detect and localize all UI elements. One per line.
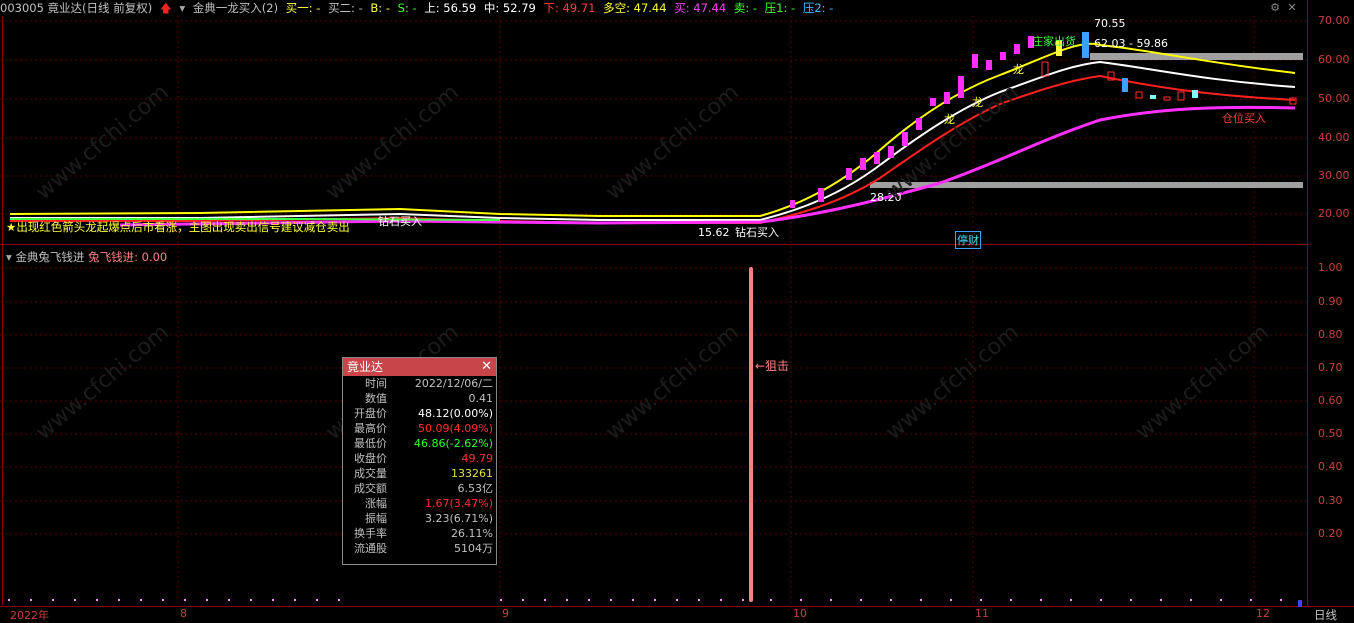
high-price-label: 70.55 bbox=[1094, 17, 1126, 30]
popup-row: 收盘价 49.79 bbox=[343, 451, 496, 466]
sub-tick: 0.20 bbox=[1318, 527, 1343, 540]
x-axis-label: 9 bbox=[502, 607, 509, 620]
popup-row: 换手率 26.11% bbox=[343, 526, 496, 541]
popup-row: 振幅 3.23(6.71%) bbox=[343, 511, 496, 526]
sniper-bar bbox=[749, 267, 753, 602]
popup-row-key: 数值 bbox=[365, 392, 387, 405]
sub-indicator-header: ▾ 金典兔飞钱进 兔飞钱进: 0.00 bbox=[6, 249, 167, 265]
price-tick: 50.00 bbox=[1318, 92, 1350, 105]
chart-canvas bbox=[0, 0, 1354, 607]
sub-indicator-name[interactable]: 金典兔飞钱进 bbox=[15, 250, 84, 264]
popup-row: 开盘价 48.12(0.00%) bbox=[343, 406, 496, 421]
popup-row: 成交额 6.53亿 bbox=[343, 481, 496, 496]
popup-row: 流通股 5104万 bbox=[343, 541, 496, 556]
sub-indicator-value: 兔飞钱进: 0.00 bbox=[88, 250, 168, 264]
x-axis-label: 11 bbox=[975, 607, 989, 620]
popup-row: 最低价 46.86(-2.62%) bbox=[343, 436, 496, 451]
sub-tick: 0.40 bbox=[1318, 460, 1343, 473]
popup-row-key: 换手率 bbox=[354, 527, 387, 540]
current-bar-marker bbox=[1298, 600, 1302, 607]
price-tick: 60.00 bbox=[1318, 53, 1350, 66]
sub-tick: 0.80 bbox=[1318, 328, 1343, 341]
white-line bbox=[10, 60, 1296, 221]
popup-row: 成交量 133261 bbox=[343, 466, 496, 481]
sub-tick: 1.00 bbox=[1318, 261, 1343, 274]
price-tick: 40.00 bbox=[1318, 131, 1350, 144]
diamond-buy-signal: 钻石买入 bbox=[735, 226, 779, 239]
popup-row: 时间 2022/12/06/二 bbox=[343, 376, 496, 391]
popup-row-key: 最高价 bbox=[354, 422, 387, 435]
popup-row-value: 46.86(-2.62%) bbox=[414, 437, 493, 450]
popup-row: 涨幅 1.67(3.47%) bbox=[343, 496, 496, 511]
popup-row-value: 6.53亿 bbox=[457, 482, 494, 495]
popup-row-key: 成交额 bbox=[354, 482, 387, 495]
sub-tick: 0.90 bbox=[1318, 295, 1343, 308]
popup-row-value: 2022/12/06/二 bbox=[414, 377, 493, 390]
popup-row-key: 时间 bbox=[365, 377, 387, 390]
sub-tick: 0.70 bbox=[1318, 361, 1343, 374]
x-axis-label: 2022年 bbox=[10, 609, 49, 622]
popup-row-key: 振幅 bbox=[365, 512, 387, 525]
popup-title: 竟业达 bbox=[347, 360, 384, 374]
x-axis-label: 10 bbox=[793, 607, 807, 620]
price-tick: 20.00 bbox=[1318, 207, 1350, 220]
popup-row-key: 成交量 bbox=[354, 467, 387, 480]
popup-row-key: 收盘价 bbox=[354, 452, 387, 465]
sub-tick: 0.30 bbox=[1318, 494, 1343, 507]
zhuangjia-signal: 庄家出货 bbox=[1032, 35, 1076, 48]
x-axis-label: 12 bbox=[1256, 607, 1270, 620]
popup-row-value: 48.12(0.00%) bbox=[417, 407, 493, 420]
price-tick: 30.00 bbox=[1318, 169, 1350, 182]
dragon-marker-3: 龙 bbox=[1013, 63, 1024, 76]
stop-badge: 停财 bbox=[955, 231, 981, 249]
popup-row-key: 最低价 bbox=[354, 437, 387, 450]
position-buy-signal: 仓位买入 bbox=[1222, 112, 1266, 125]
popup-row-key: 开盘价 bbox=[354, 407, 387, 420]
info-popup: 竟业达 ✕ 时间 2022/12/06/二数值 0.41 开盘价 48.12(0.00%… bbox=[342, 357, 497, 565]
popup-row-value: 3.23(6.71%) bbox=[424, 512, 493, 525]
popup-row-key: 涨幅 bbox=[365, 497, 387, 510]
popup-row-value: 50.09(4.09%) bbox=[417, 422, 493, 435]
sub-tick: 0.60 bbox=[1318, 394, 1343, 407]
popup-row-value: 49.79 bbox=[461, 452, 494, 465]
bottom-dots bbox=[8, 599, 1282, 601]
x-axis-label: 8 bbox=[180, 607, 187, 620]
popup-row: 最高价 50.09(4.09%) bbox=[343, 421, 496, 436]
chevron-down-icon[interactable]: ▾ bbox=[6, 250, 12, 264]
popup-row-value: 5104万 bbox=[454, 542, 493, 555]
period-label[interactable]: 日线 bbox=[1314, 607, 1337, 623]
popup-row: 数值 0.41 bbox=[343, 391, 496, 406]
note-text: ★出现红色箭头龙起爆点后市看涨，主图出现卖出信号建议减仓卖出 bbox=[6, 220, 350, 234]
popup-row-value: 1.67(3.47%) bbox=[424, 497, 493, 510]
popup-row-value: 26.11% bbox=[451, 527, 493, 540]
diamond-buy-signal-2: 钻石买入 bbox=[378, 215, 422, 228]
mid-level-label: 62.03 - 59.86 bbox=[1094, 37, 1168, 50]
popup-row-key: 流通股 bbox=[354, 542, 387, 555]
popup-header: 竟业达 ✕ bbox=[343, 358, 496, 376]
popup-rows: 时间 2022/12/06/二数值 0.41 开盘价 48.12(0.00%) 最高价 50… bbox=[343, 376, 496, 556]
yellow-line bbox=[9, 42, 1296, 217]
sub-tick: 0.50 bbox=[1318, 427, 1343, 440]
popup-row-value: 133261 bbox=[451, 467, 493, 480]
bottom-low-label: 15.62 bbox=[698, 226, 730, 239]
sniper-label: ←狙击 bbox=[755, 359, 790, 373]
close-icon[interactable]: ✕ bbox=[481, 358, 492, 376]
popup-row-value: 0.41 bbox=[468, 392, 494, 405]
price-tick: 70.00 bbox=[1318, 14, 1350, 27]
